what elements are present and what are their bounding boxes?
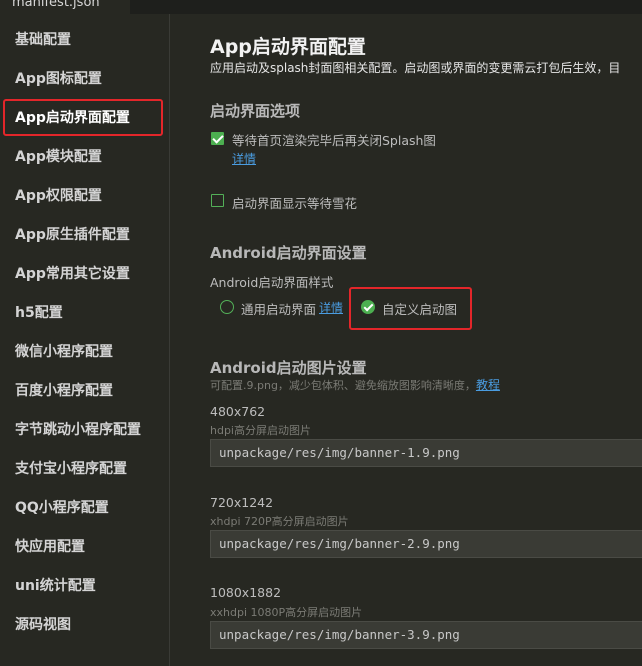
image-size-xhdpi: 720x1242 xyxy=(210,495,274,510)
image-size-hdpi: 480x762 xyxy=(210,404,266,419)
main-panel: App启动界面配置 应用启动及splash封面图相关配置。启动图或界面的变更需云… xyxy=(171,14,642,666)
sidebar-item-uni-stat[interactable]: uni统计配置 xyxy=(0,569,170,603)
tutorial-link[interactable]: 教程 xyxy=(476,378,500,392)
sidebar-item-app-other-settings[interactable]: App常用其它设置 xyxy=(0,257,170,291)
wait-render-checkbox[interactable] xyxy=(211,132,224,145)
custom-splash-highlight-box xyxy=(349,287,472,330)
image-path-input-xxhdpi[interactable]: unpackage/res/img/banner-3.9.png xyxy=(210,621,642,649)
wait-render-label: 等待首页渲染完毕后再关闭Splash图 xyxy=(232,133,436,148)
sidebar-item-app-native-plugins[interactable]: App原生插件配置 xyxy=(0,218,170,252)
active-item-highlight-box xyxy=(3,99,163,136)
sidebar-item-h5[interactable]: h5配置 xyxy=(0,296,170,330)
show-snowflake-checkbox[interactable] xyxy=(211,194,224,207)
image-desc-xxhdpi: xxhdpi 1080P高分屏启动图片 xyxy=(210,606,363,619)
sidebar-item-basic[interactable]: 基础配置 xyxy=(0,23,170,57)
sidebar-item-alipay-mp[interactable]: 支付宝小程序配置 xyxy=(0,452,170,486)
sidebar-item-app-modules[interactable]: App模块配置 xyxy=(0,140,170,174)
section-title-android-splash: Android启动界面设置 xyxy=(210,244,367,262)
image-desc-xhdpi: xhdpi 720P高分屏启动图片 xyxy=(210,515,349,528)
sidebar-item-app-permissions[interactable]: App权限配置 xyxy=(0,179,170,213)
image-size-xxhdpi: 1080x1882 xyxy=(210,585,282,600)
wait-render-details-link[interactable]: 详情 xyxy=(232,150,256,167)
android-splash-style-label: Android启动界面样式 xyxy=(210,275,334,290)
image-path-input-hdpi[interactable]: unpackage/res/img/banner-1.9.png xyxy=(210,439,642,467)
sidebar-item-app-icon[interactable]: App图标配置 xyxy=(0,62,170,96)
image-path-input-xhdpi[interactable]: unpackage/res/img/banner-2.9.png xyxy=(210,530,642,558)
default-splash-details-link[interactable]: 详情 xyxy=(319,299,343,316)
sidebar-item-qq-mp[interactable]: QQ小程序配置 xyxy=(0,491,170,525)
sidebar-item-toutiao-mp[interactable]: 字节跳动小程序配置 xyxy=(0,413,170,447)
radio-default-splash[interactable] xyxy=(220,300,234,314)
default-splash-label: 通用启动界面 xyxy=(241,302,317,317)
sidebar-item-quickapp[interactable]: 快应用配置 xyxy=(0,530,170,564)
show-snowflake-label: 启动界面显示等待雪花 xyxy=(232,196,358,211)
page-title: App启动界面配置 xyxy=(210,36,366,58)
image-desc-hdpi: hdpi高分屏启动图片 xyxy=(210,424,311,437)
sidebar-item-baidu-mp[interactable]: 百度小程序配置 xyxy=(0,374,170,408)
sidebar-item-weixin-mp[interactable]: 微信小程序配置 xyxy=(0,335,170,369)
android-images-hint: 可配置.9.png，减少包体积、避免缩放图影响清晰度，教程 xyxy=(210,376,500,393)
section-title-splash-options: 启动界面选项 xyxy=(210,102,301,120)
sidebar-item-source-view[interactable]: 源码视图 xyxy=(0,608,170,642)
android-images-hint-text: 可配置.9.png，减少包体积、避免缩放图影响清晰度， xyxy=(210,379,476,392)
editor-tab-bar: manifest.json xyxy=(0,0,642,14)
section-title-android-images: Android启动图片设置 xyxy=(210,359,367,377)
tab-manifest-json[interactable]: manifest.json xyxy=(0,0,130,14)
page-description: 应用启动及splash封面图相关配置。启动图或界面的变更需云打包后生效，目 xyxy=(210,61,621,75)
